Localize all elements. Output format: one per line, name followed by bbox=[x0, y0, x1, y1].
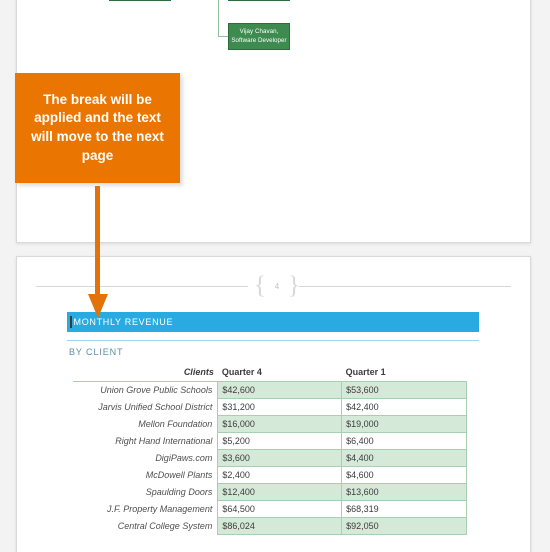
cell-client: DigiPaws.com bbox=[155, 452, 213, 463]
revenue-table[interactable]: Clients Quarter 4 Quarter 1 Union Grove … bbox=[73, 364, 467, 535]
org-connector bbox=[218, 36, 228, 37]
table-row[interactable]: DigiPaws.com $3,600 $4,400 bbox=[73, 448, 467, 467]
cell-client: Spaulding Doors bbox=[145, 486, 213, 497]
banner-title: MONTHLY REVENUE bbox=[73, 317, 174, 327]
cell-q1[interactable]: $4,400 bbox=[341, 448, 467, 467]
org-chart-box[interactable]: Software Developer bbox=[228, 0, 290, 1]
cell-client: Mellon Foundation bbox=[138, 418, 213, 429]
column-header-clients: Clients bbox=[73, 364, 218, 382]
org-chart-box[interactable]: Vijay Chavan, Software Developer bbox=[228, 23, 290, 50]
cell-client: Jarvis Unified School District bbox=[98, 401, 213, 412]
document-viewer: Marketing Specialist Software Developer … bbox=[0, 0, 550, 552]
cell-client: McDowell Plants bbox=[145, 469, 213, 480]
cell-client: J.F. Property Management bbox=[106, 503, 213, 514]
cell-q1[interactable]: $68,319 bbox=[341, 499, 467, 518]
column-header-quarter-4: Quarter 4 bbox=[217, 364, 342, 382]
monthly-revenue-banner[interactable]: MONTHLY REVENUE bbox=[67, 312, 479, 332]
arrow-head bbox=[88, 294, 108, 318]
org-chart-box-label: Vijay Chavan, Software Developer bbox=[231, 27, 287, 44]
table-row[interactable]: J.F. Property Management $64,500 $68,319 bbox=[73, 499, 467, 518]
bracket-right-icon: } bbox=[288, 272, 300, 299]
cell-q1[interactable]: $13,600 bbox=[341, 482, 467, 501]
table-body: Union Grove Public Schools $42,600 $53,6… bbox=[73, 380, 467, 535]
cell-q4[interactable]: $31,200 bbox=[217, 397, 343, 416]
cell-q4[interactable]: $64,500 bbox=[217, 499, 343, 518]
table-row[interactable]: McDowell Plants $2,400 $4,600 bbox=[73, 465, 467, 484]
cell-q4[interactable]: $3,600 bbox=[217, 448, 343, 467]
cell-q1[interactable]: $6,400 bbox=[341, 431, 467, 450]
org-chart-box[interactable]: Marketing Specialist bbox=[109, 0, 171, 1]
cell-q4[interactable]: $16,000 bbox=[217, 414, 343, 433]
cell-q4[interactable]: $42,600 bbox=[217, 380, 343, 399]
column-header-quarter-1: Quarter 1 bbox=[341, 364, 467, 382]
text-cursor bbox=[70, 316, 72, 328]
separator-rule-right bbox=[299, 286, 511, 287]
cell-client: Right Hand International bbox=[115, 435, 213, 446]
table-row[interactable]: Jarvis Unified School District $31,200 $… bbox=[73, 397, 467, 416]
cell-q1[interactable]: $19,000 bbox=[341, 414, 467, 433]
table-header-row: Clients Quarter 4 Quarter 1 bbox=[73, 364, 467, 382]
subtitle-by-client: BY CLIENT bbox=[69, 347, 124, 357]
cell-q1[interactable]: $4,600 bbox=[341, 465, 467, 484]
annotation-callout: The break will be applied and the text w… bbox=[15, 73, 180, 183]
cell-client: Union Grove Public Schools bbox=[100, 384, 213, 395]
annotation-arrow-icon bbox=[88, 186, 108, 318]
table-row[interactable]: Spaulding Doors $12,400 $13,600 bbox=[73, 482, 467, 501]
bracket-left-icon: { bbox=[254, 272, 266, 299]
cell-q4[interactable]: $12,400 bbox=[217, 482, 343, 501]
cell-q1[interactable]: $53,600 bbox=[341, 380, 467, 399]
cell-q1[interactable]: $92,050 bbox=[341, 516, 467, 535]
table-row[interactable]: Central College System $86,024 $92,050 bbox=[73, 516, 467, 535]
cell-q4[interactable]: $5,200 bbox=[217, 431, 343, 450]
separator-rule-left bbox=[36, 286, 248, 287]
cell-client: Central College System bbox=[117, 520, 213, 531]
cell-q4[interactable]: $86,024 bbox=[217, 516, 343, 535]
callout-text: The break will be applied and the text w… bbox=[31, 91, 164, 163]
table-row[interactable]: Union Grove Public Schools $42,600 $53,6… bbox=[73, 380, 467, 399]
table-row[interactable]: Mellon Foundation $16,000 $19,000 bbox=[73, 414, 467, 433]
page-number: 4 bbox=[274, 282, 280, 291]
subtitle-divider bbox=[67, 340, 479, 341]
org-connector bbox=[218, 0, 219, 36]
table-row[interactable]: Right Hand International $5,200 $6,400 bbox=[73, 431, 467, 450]
cell-q1[interactable]: $42,400 bbox=[341, 397, 467, 416]
cell-q4[interactable]: $2,400 bbox=[217, 465, 343, 484]
arrow-shaft bbox=[95, 186, 100, 298]
